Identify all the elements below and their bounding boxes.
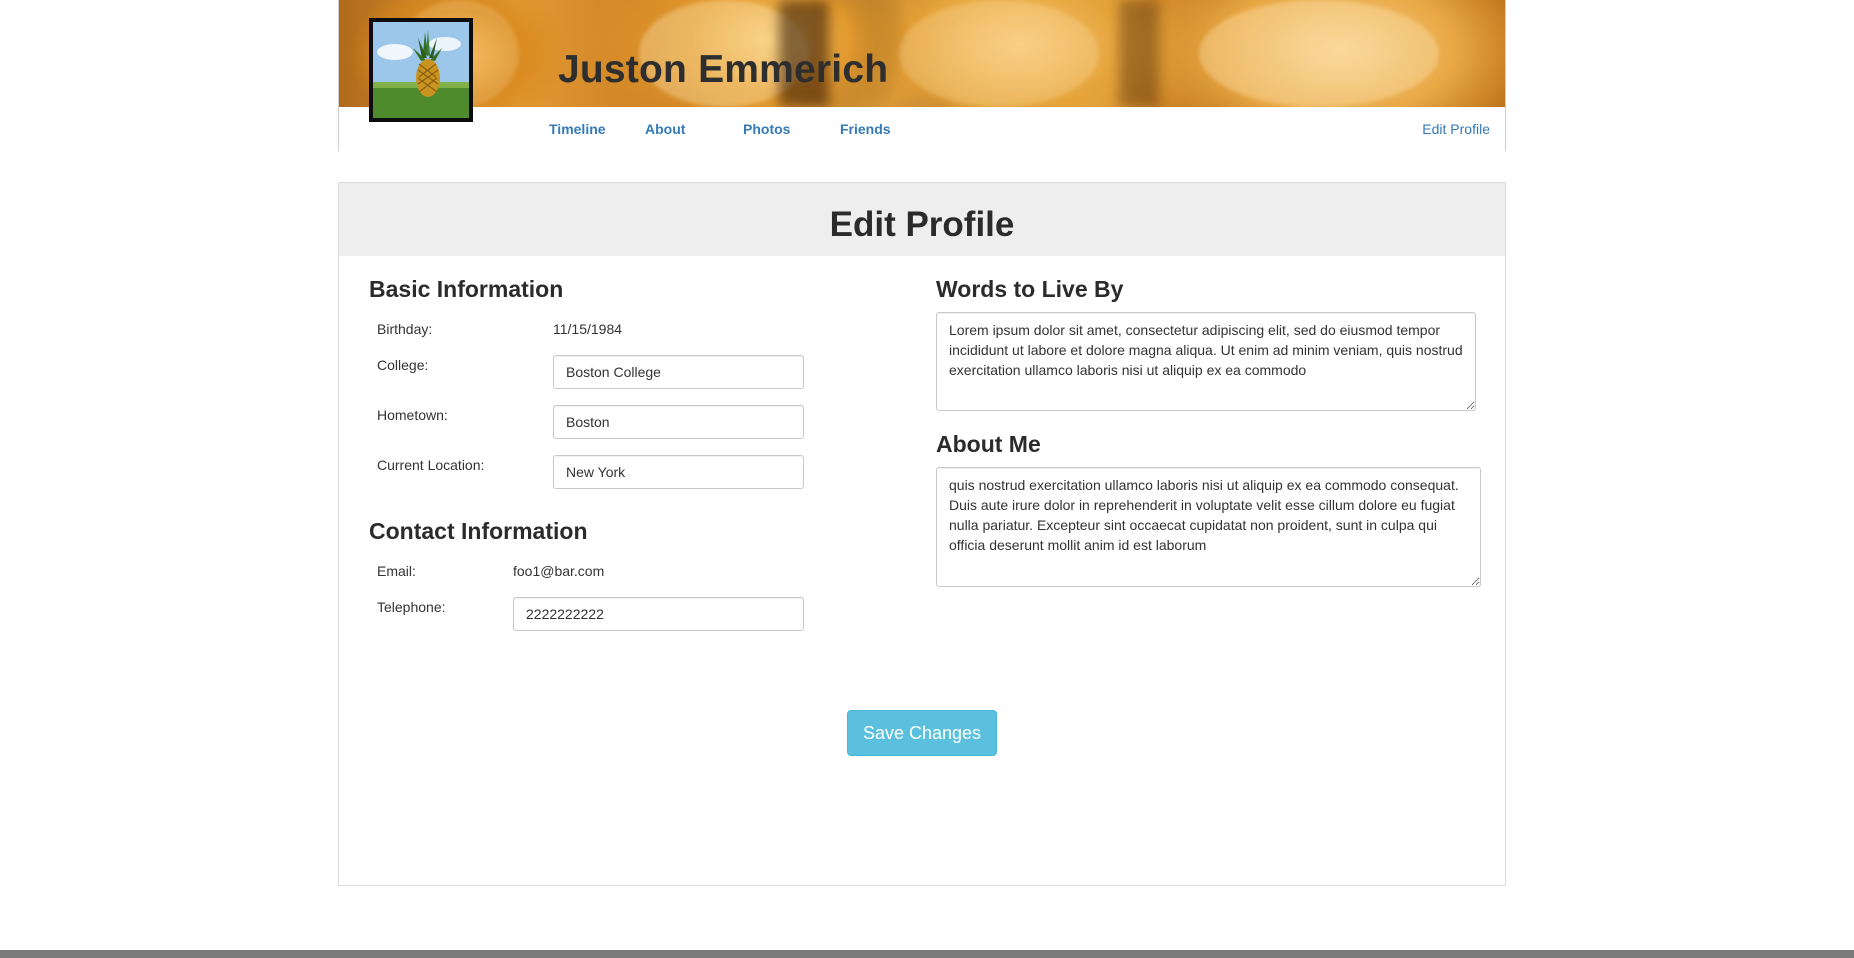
cover-photo — [339, 0, 1505, 107]
tab-about[interactable]: About — [645, 121, 685, 137]
about-me-heading: About Me — [936, 431, 1041, 457]
profile-header: Juston Emmerich Timeline About Photos Fr… — [338, 0, 1506, 151]
words-to-live-by-textarea[interactable]: Lorem ipsum dolor sit amet, consectetur … — [936, 312, 1476, 411]
current-location-label: Current Location: — [377, 457, 485, 473]
college-input[interactable] — [553, 355, 804, 389]
words-to-live-by-heading: Words to Live By — [936, 276, 1124, 302]
window-bottom-edge — [0, 950, 1854, 958]
page: Juston Emmerich Timeline About Photos Fr… — [0, 0, 1854, 958]
edit-profile-panel: Edit Profile Basic Information Birthday:… — [338, 182, 1506, 886]
current-location-input[interactable] — [553, 455, 804, 489]
basic-information-heading: Basic Information — [369, 276, 564, 302]
birthday-value: 11/15/1984 — [553, 321, 623, 337]
profile-nav: Timeline About Photos Friends Edit Profi… — [339, 107, 1505, 151]
tab-photos[interactable]: Photos — [743, 121, 790, 137]
birthday-label: Birthday: — [377, 321, 433, 337]
telephone-label: Telephone: — [377, 599, 446, 615]
profile-name: Juston Emmerich — [558, 48, 889, 91]
tab-timeline[interactable]: Timeline — [549, 121, 606, 137]
page-title: Edit Profile — [829, 205, 1015, 244]
tab-friends[interactable]: Friends — [840, 121, 891, 137]
email-label: Email: — [377, 563, 416, 579]
save-changes-button[interactable]: Save Changes — [847, 710, 997, 756]
college-label: College: — [377, 357, 429, 373]
edit-profile-link[interactable]: Edit Profile — [1422, 121, 1490, 137]
hometown-label: Hometown: — [377, 407, 448, 423]
hometown-input[interactable] — [553, 405, 804, 439]
edit-profile-title-bar: Edit Profile — [339, 183, 1505, 256]
telephone-input[interactable] — [513, 597, 804, 631]
avatar[interactable] — [369, 18, 473, 122]
contact-information-heading: Contact Information — [369, 518, 588, 544]
about-me-textarea[interactable]: quis nostrud exercitation ullamco labori… — [936, 467, 1481, 587]
pineapple-photo-icon — [373, 22, 469, 118]
email-value: foo1@bar.com — [513, 563, 605, 579]
